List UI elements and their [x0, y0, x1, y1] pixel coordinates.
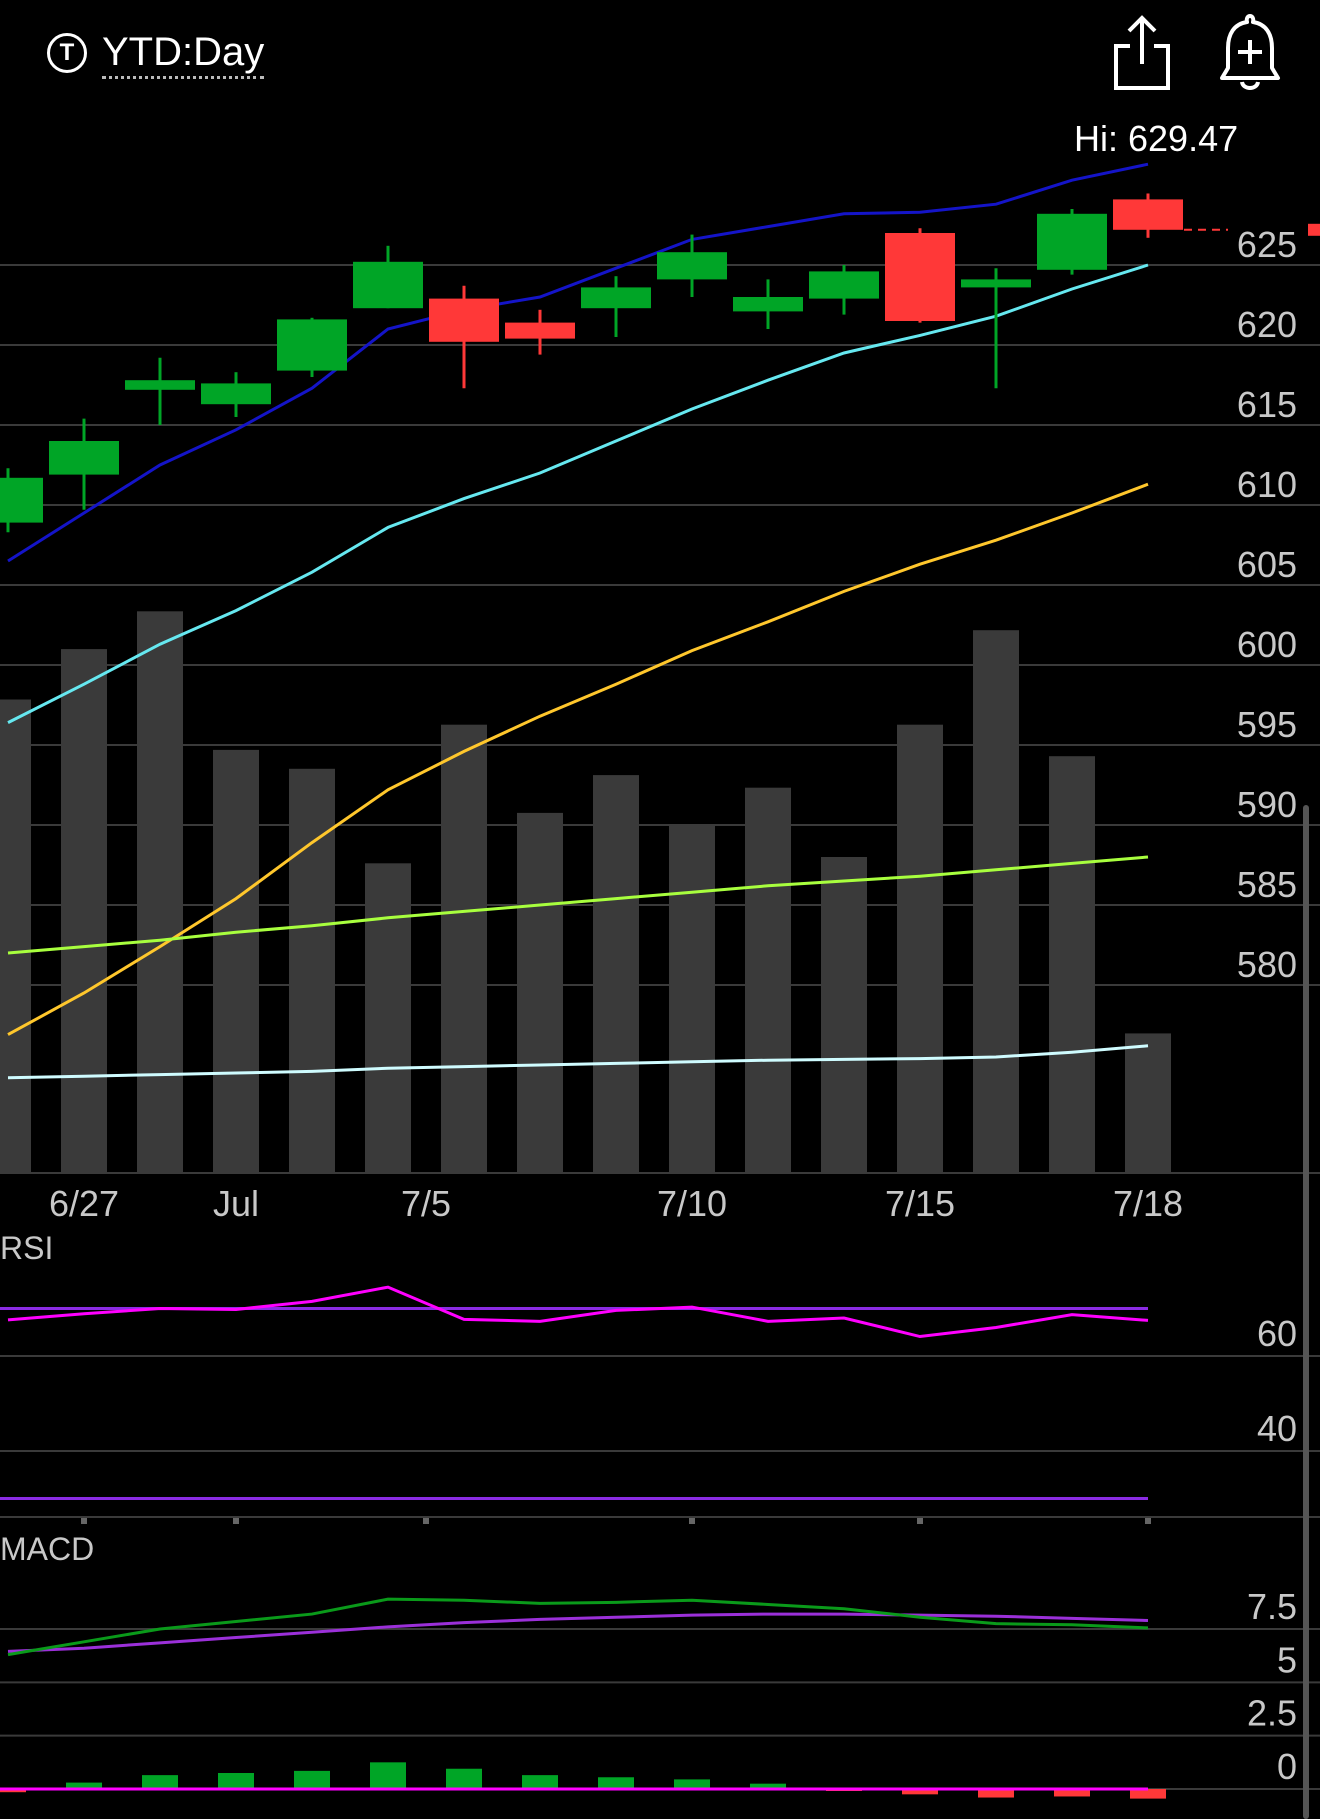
volume-bar [61, 649, 107, 1172]
candle [657, 234, 727, 297]
macd-tick-label: 0 [1277, 1746, 1297, 1787]
macd-histogram-bar [142, 1775, 178, 1789]
date-tick-label: 7/18 [1113, 1183, 1183, 1224]
macd-signal-line [7, 1612, 1149, 1653]
candle-body [49, 441, 119, 475]
price-tick-label: 615 [1237, 384, 1297, 425]
candle-body [505, 322, 575, 339]
macd-tick-label: 7.5 [1247, 1586, 1297, 1627]
volume-bar [517, 812, 563, 1172]
rsi-label: RSI [0, 1230, 53, 1266]
volume-bar [593, 775, 639, 1172]
candle [733, 279, 803, 329]
rsi-tick-label: 40 [1257, 1408, 1297, 1449]
macd-histogram-bar [522, 1775, 558, 1789]
macd-histogram-bar [446, 1768, 482, 1789]
candle-body [277, 319, 347, 371]
price-tick-label: 585 [1237, 864, 1297, 905]
volume-bar [137, 611, 183, 1172]
last-price-marker [1308, 223, 1320, 236]
candle-body [809, 271, 879, 299]
date-tick-mark [423, 1517, 429, 1524]
price-tick-label: 595 [1237, 704, 1297, 745]
candle-body [429, 298, 499, 342]
candle-body [201, 383, 271, 405]
price-tick-label: 605 [1237, 544, 1297, 585]
candle-body [1037, 213, 1107, 270]
volume-bar [0, 699, 31, 1172]
date-tick-label: 7/10 [657, 1183, 727, 1224]
candle-body [657, 252, 727, 280]
candle [505, 309, 575, 355]
volume-bars [0, 611, 1171, 1172]
candle-body [581, 287, 651, 309]
volume-bar [1049, 756, 1095, 1172]
candle-body [885, 233, 955, 321]
stock-chart[interactable]: 6256206156106056005955905855806/27 Jul 7/5… [0, 0, 1320, 1819]
moving-average-line [7, 162, 1149, 563]
date-tick-mark [1145, 1517, 1151, 1524]
date-tick-label: Jul [213, 1183, 259, 1224]
candle [961, 268, 1031, 389]
candle [0, 468, 43, 533]
volume-bar [973, 630, 1019, 1172]
candle [277, 317, 347, 377]
macd-tick-label: 2.5 [1247, 1693, 1297, 1734]
price-tick-label: 600 [1237, 624, 1297, 665]
candle-body [961, 279, 1031, 288]
candle [353, 245, 423, 309]
price-tick-label: 580 [1237, 944, 1297, 985]
volume-bar [213, 749, 259, 1172]
volume-bar [1125, 1033, 1171, 1172]
macd-histogram-bar [294, 1770, 330, 1789]
volume-bar [745, 787, 791, 1172]
volume-bar [365, 863, 411, 1172]
volume-bar [821, 857, 867, 1172]
macd-histogram-bar [218, 1773, 254, 1789]
scrollbar[interactable] [1303, 805, 1309, 1819]
candle-body [125, 380, 195, 390]
macd-tick-label: 5 [1277, 1639, 1297, 1680]
price-tick-label: 625 [1237, 224, 1297, 265]
date-tick-label: 7/15 [885, 1183, 955, 1224]
candle [429, 285, 499, 389]
candle [809, 265, 879, 315]
candle-body [0, 477, 43, 523]
candle-body [353, 261, 423, 309]
volume-bar [669, 825, 715, 1172]
date-tick-mark [81, 1517, 87, 1524]
price-tick-label: 610 [1237, 464, 1297, 505]
candle-body [733, 297, 803, 312]
candle-body [1113, 199, 1183, 230]
macd-histogram-bar [370, 1762, 406, 1789]
macd-label: MACD [0, 1531, 94, 1567]
volume-bar [289, 768, 335, 1172]
price-tick-label: 620 [1237, 304, 1297, 345]
rsi-tick-label: 60 [1257, 1313, 1297, 1354]
candle [1037, 209, 1107, 275]
rsi-line [7, 1285, 1149, 1339]
candle [885, 228, 955, 323]
date-tick-mark [689, 1517, 695, 1524]
candle [1113, 193, 1183, 238]
candle [125, 357, 195, 425]
candle [581, 276, 651, 337]
candle [201, 372, 271, 417]
date-tick-label: 7/5 [401, 1183, 451, 1224]
volume-bar [897, 724, 943, 1172]
volume-bar [441, 724, 487, 1172]
date-tick-label: 6/27 [49, 1183, 119, 1224]
date-tick-mark [917, 1517, 923, 1524]
macd-line [7, 1597, 1149, 1657]
price-tick-label: 590 [1237, 784, 1297, 825]
macd-histogram-bar [598, 1777, 634, 1789]
candles [0, 193, 1183, 533]
macd-histogram [0, 1762, 1166, 1799]
date-tick-mark [233, 1517, 239, 1524]
